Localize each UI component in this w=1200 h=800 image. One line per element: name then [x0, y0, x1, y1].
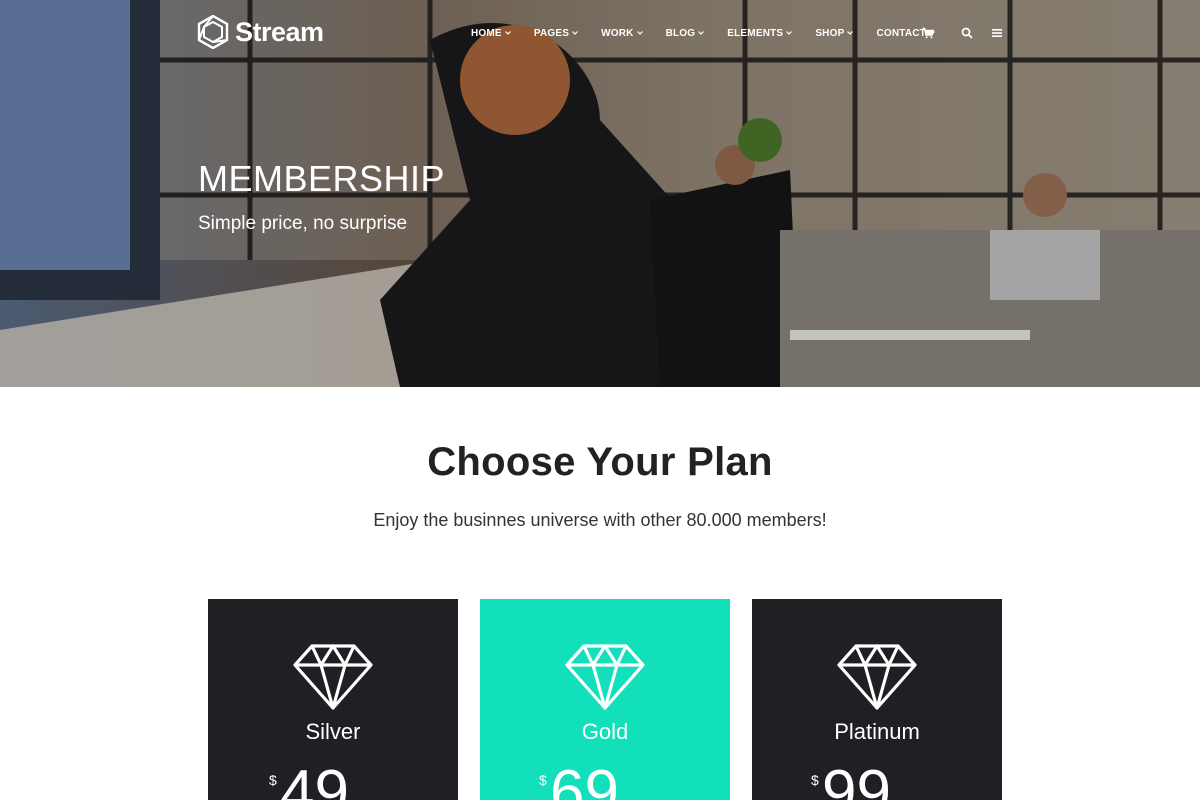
nav-item-home[interactable]: HOME: [471, 28, 511, 39]
chevron-down-icon: [847, 31, 854, 35]
chevron-down-icon: [786, 31, 793, 35]
pricing-card-silver[interactable]: Silver $ 49: [208, 599, 458, 800]
hero-overlay: [0, 0, 1200, 387]
chevron-down-icon: [636, 31, 643, 35]
nav-item-label: HOME: [471, 27, 502, 39]
nav-item-label: CONTACT: [876, 27, 926, 39]
card-icon-wrapper: [480, 643, 730, 711]
pricing-card-gold[interactable]: Gold $ 69: [480, 599, 730, 800]
search-icon[interactable]: [961, 27, 973, 39]
cart-icon[interactable]: [922, 27, 934, 39]
plan-name: Platinum: [834, 719, 920, 744]
nav-item-label: PAGES: [533, 27, 570, 39]
currency-symbol: $: [811, 772, 819, 788]
section-title: Choose Your Plan: [427, 440, 773, 484]
currency-symbol: $: [269, 772, 277, 788]
nav-item-label: WORK: [601, 27, 634, 39]
section-subtitle: Enjoy the businnes universe with other 8…: [373, 510, 827, 530]
brand-name: Stream: [235, 16, 324, 47]
card-icon-wrapper: [752, 643, 1002, 711]
page-title: MEMBERSHIP: [198, 158, 446, 199]
diamond-icon: [565, 644, 645, 710]
page-subtitle: Simple price, no surprise: [198, 213, 408, 234]
main-navigation: HOME PAGES WORK BLOG ELEMENTS SHOP CONTA…: [471, 27, 935, 39]
plan-price: 49: [280, 758, 349, 800]
nav-item-work[interactable]: WORK: [601, 27, 643, 39]
hero-banner: Stream HOME PAGES WORK BLOG ELEMENTS SHO…: [0, 0, 1200, 387]
plan-name: Silver: [305, 719, 361, 744]
menu-icon[interactable]: [991, 27, 1003, 39]
chevron-down-icon: [572, 31, 579, 35]
chevron-down-icon: [698, 31, 705, 35]
chevron-down-icon: [504, 31, 511, 35]
nav-item-label: ELEMENTS: [727, 27, 784, 39]
card-icon-wrapper: [208, 643, 458, 711]
plan-price: 99: [822, 758, 891, 800]
pricing-card-platinum[interactable]: Platinum $ 99: [752, 599, 1002, 800]
diamond-icon: [293, 644, 373, 710]
nav-item-blog[interactable]: BLOG: [666, 28, 705, 39]
diamond-icon: [837, 644, 917, 710]
nav-item-label: BLOG: [665, 27, 696, 39]
brand-logo[interactable]: Stream: [197, 15, 324, 49]
plan-price: 69: [550, 758, 619, 800]
nav-item-label: SHOP: [815, 27, 845, 39]
nav-item-elements[interactable]: ELEMENTS: [727, 27, 793, 39]
currency-symbol: $: [539, 772, 547, 788]
plan-name: Gold: [581, 719, 629, 744]
nav-item-shop[interactable]: SHOP: [815, 27, 854, 39]
nav-item-pages[interactable]: PAGES: [533, 27, 579, 39]
logo-mark-icon: [197, 15, 229, 49]
